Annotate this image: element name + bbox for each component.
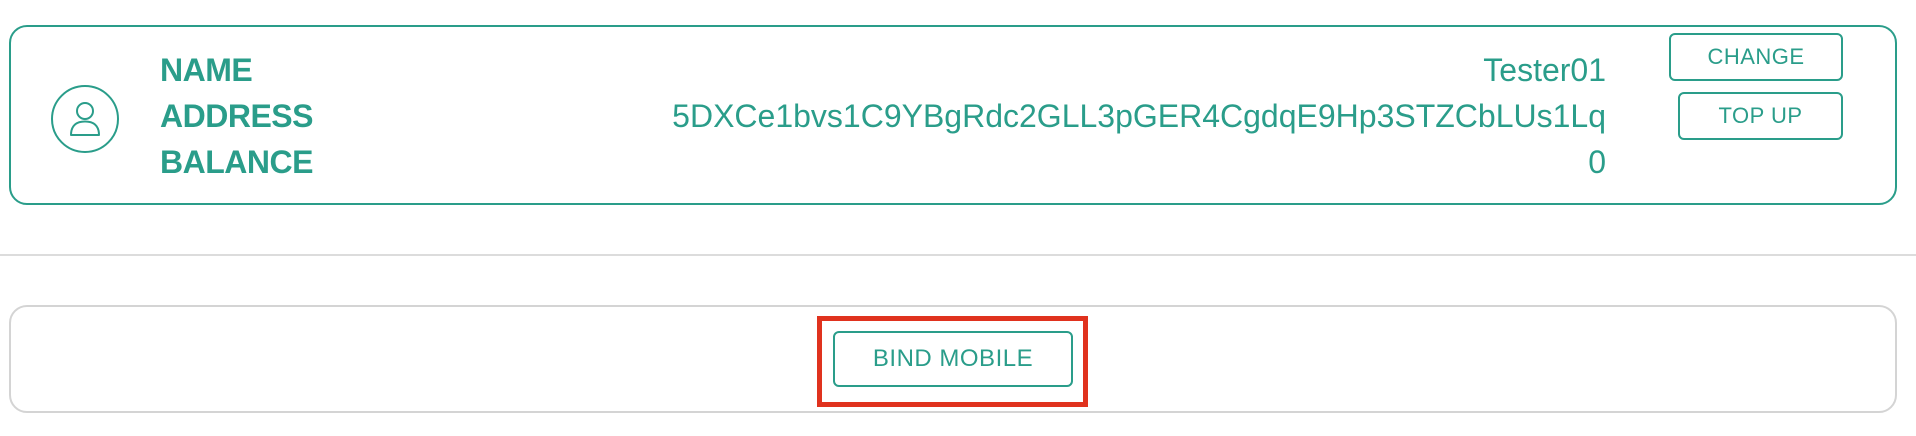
user-icon bbox=[51, 85, 119, 153]
section-divider bbox=[0, 254, 1916, 256]
account-card: NAME ADDRESS BALANCE Tester01 5DXCe1bvs1… bbox=[9, 25, 1897, 205]
bind-mobile-button[interactable]: BIND MOBILE bbox=[833, 331, 1073, 387]
balance-value: 0 bbox=[1588, 144, 1606, 180]
address-value: 5DXCe1bvs1C9YBgRdc2GLL3pGER4CgdqE9Hp3STZ… bbox=[672, 98, 1606, 134]
balance-label: BALANCE bbox=[160, 144, 313, 180]
name-label: NAME bbox=[160, 52, 253, 88]
top-up-button[interactable]: TOP UP bbox=[1678, 92, 1843, 140]
name-value: Tester01 bbox=[1483, 52, 1606, 88]
account-values: Tester01 5DXCe1bvs1C9YBgRdc2GLL3pGER4Cgd… bbox=[606, 47, 1606, 185]
account-labels: NAME ADDRESS BALANCE bbox=[160, 47, 420, 185]
change-button[interactable]: CHANGE bbox=[1669, 33, 1843, 81]
address-label: ADDRESS bbox=[160, 98, 313, 134]
